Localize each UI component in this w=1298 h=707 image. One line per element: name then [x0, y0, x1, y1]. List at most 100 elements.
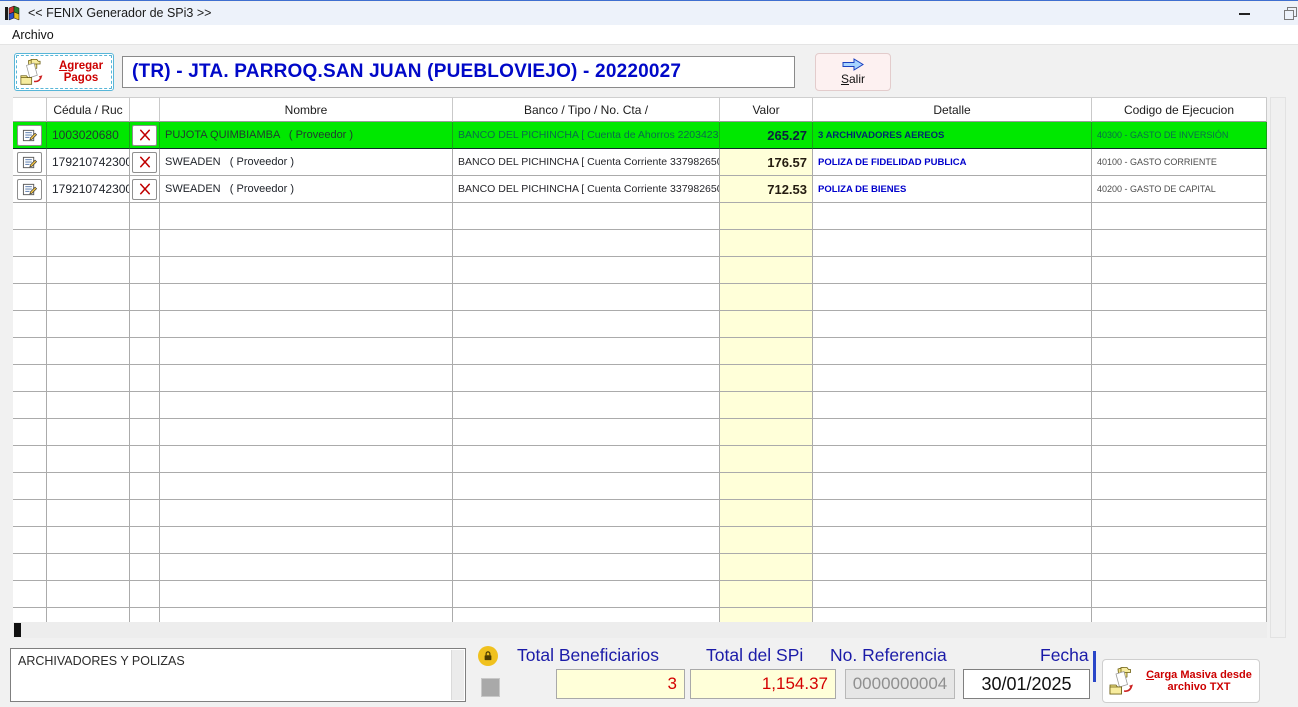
col-header-codigo[interactable]: Codigo de Ejecucion — [1092, 98, 1267, 122]
agregar-pagos-button[interactable]: Agregar Pagos — [14, 53, 114, 91]
padlock-icon — [484, 651, 492, 661]
grid-header: Cédula / Ruc Nombre Banco / Tipo / No. C… — [13, 98, 1267, 122]
edit-row-button[interactable] — [17, 151, 42, 173]
fenix-window: << FENIX Generador de SPi3 >> Archivo Ag… — [0, 0, 1298, 707]
row-cell-cedula: 1792107423001 — [47, 176, 130, 203]
row-cell-codigo: 40200 - GASTO DE CAPITAL — [1092, 176, 1267, 203]
row-cell-delete — [130, 149, 160, 176]
divider-rule — [1093, 651, 1096, 682]
col-header-cedula[interactable]: Cédula / Ruc — [47, 98, 130, 122]
row-cell-edit — [13, 176, 47, 203]
empty-row[interactable] — [13, 311, 1267, 338]
empty-row[interactable] — [13, 446, 1267, 473]
minimize-button[interactable] — [1230, 2, 1258, 25]
carga-masiva-label: Carga Masiva desde archivo TXT — [1146, 668, 1252, 694]
col-header-banco[interactable]: Banco / Tipo / No. Cta / — [453, 98, 720, 122]
col-header-delete — [130, 98, 160, 122]
edit-form-icon — [22, 156, 37, 168]
total-beneficiarios-field: 3 — [556, 669, 685, 699]
delete-row-button[interactable] — [132, 178, 157, 200]
table-row[interactable]: 1792107423001 SWEADEN ( Proveedor )BANCO … — [13, 176, 1267, 203]
row-cell-valor: 176.57 — [720, 149, 813, 176]
folder-transfer-icon — [1109, 667, 1133, 695]
delete-row-button[interactable] — [132, 124, 157, 146]
app-icon — [5, 5, 20, 21]
row-cell-detalle: POLIZA DE BIENES — [813, 176, 1092, 203]
carga-masiva-button[interactable]: Carga Masiva desde archivo TXT — [1102, 659, 1260, 703]
row-cell-banco: BANCO DEL PICHINCHA [ Cuenta de Ahorros … — [453, 122, 720, 149]
row-cell-cedula: 1003020680 — [47, 122, 130, 149]
window-title: << FENIX Generador de SPi3 >> — [28, 6, 212, 20]
row-cell-delete — [130, 122, 160, 149]
col-header-edit — [13, 98, 47, 122]
empty-row[interactable] — [13, 365, 1267, 392]
empty-row[interactable] — [13, 527, 1267, 554]
table-row[interactable]: 1003020680 PUJOTA QUIMBIAMBA ( Proveedor … — [13, 122, 1267, 149]
titlebar: << FENIX Generador de SPi3 >> — [0, 2, 1298, 25]
fecha-label: Fecha — [1040, 645, 1089, 665]
row-cell-detalle: 3 ARCHIVADORES AEREOS — [813, 122, 1092, 149]
salir-button[interactable]: Salir — [815, 53, 891, 91]
fecha-field[interactable]: 30/01/2025 — [963, 669, 1090, 699]
entity-title-field[interactable]: (TR) - JTA. PARROQ.SAN JUAN (PUEBLOVIEJO… — [122, 56, 795, 88]
lock-badge[interactable] — [478, 646, 498, 666]
row-cell-codigo: 40300 - GASTO DE INVERSIÓN — [1092, 122, 1267, 149]
no-referencia-label: No. Referencia — [830, 645, 947, 665]
table-row[interactable]: 1792107423001 SWEADEN ( Proveedor )BANCO … — [13, 149, 1267, 176]
row-cell-edit — [13, 149, 47, 176]
agregar-pagos-label: Agregar Pagos — [58, 60, 104, 84]
horizontal-scrollbar-thumb[interactable] — [14, 623, 21, 637]
empty-row[interactable] — [13, 257, 1267, 284]
total-beneficiarios-label: Total Beneficiarios — [517, 645, 660, 665]
row-cell-banco: BANCO DEL PICHINCHA [ Cuenta Corriente 3… — [453, 149, 720, 176]
col-header-nombre[interactable]: Nombre — [160, 98, 453, 122]
edit-row-button[interactable] — [17, 124, 42, 146]
row-cell-nombre: SWEADEN ( Proveedor ) — [160, 176, 453, 203]
empty-row[interactable] — [13, 581, 1267, 608]
minimize-icon — [1238, 12, 1250, 15]
edit-form-icon — [22, 129, 37, 141]
row-cell-codigo: 40100 - GASTO CORRIENTE — [1092, 149, 1267, 176]
salir-label: Salir — [840, 72, 866, 86]
grid-rows: 1003020680 PUJOTA QUIMBIAMBA ( Proveedor … — [13, 122, 1267, 623]
empty-row[interactable] — [13, 608, 1267, 623]
payments-grid: Cédula / Ruc Nombre Banco / Tipo / No. C… — [13, 97, 1267, 623]
menu-archivo[interactable]: Archivo — [8, 27, 58, 43]
row-cell-cedula: 1792107423001 — [47, 149, 130, 176]
col-header-detalle[interactable]: Detalle — [813, 98, 1092, 122]
restore-icon — [1283, 7, 1297, 20]
notes-textarea[interactable]: ARCHIVADORES Y POLIZAS — [10, 648, 466, 702]
total-spi-field: 1,154.37 — [690, 669, 836, 699]
empty-row[interactable] — [13, 419, 1267, 446]
no-referencia-field: 0000000004 — [845, 669, 955, 699]
folder-transfer-icon — [20, 58, 43, 85]
delete-row-button[interactable] — [132, 151, 157, 173]
total-spi-label: Total del SPi — [706, 645, 804, 665]
empty-row[interactable] — [13, 473, 1267, 500]
grid-vertical-scrollbar[interactable] — [1270, 97, 1286, 638]
menubar: Archivo — [0, 25, 1298, 45]
empty-row[interactable] — [13, 284, 1267, 311]
row-cell-nombre: PUJOTA QUIMBIAMBA ( Proveedor ) — [160, 122, 453, 149]
row-cell-valor: 712.53 — [720, 176, 813, 203]
row-cell-banco: BANCO DEL PICHINCHA [ Cuenta Corriente 3… — [453, 176, 720, 203]
arrow-right-icon — [842, 58, 864, 71]
empty-row[interactable] — [13, 500, 1267, 527]
col-header-valor[interactable]: Valor — [720, 98, 813, 122]
empty-row[interactable] — [13, 203, 1267, 230]
red-x-icon — [139, 129, 150, 141]
row-cell-detalle: POLIZA DE FIDELIDAD PUBLICA — [813, 149, 1092, 176]
row-cell-delete — [130, 176, 160, 203]
status-square[interactable] — [481, 678, 500, 697]
grid-horizontal-scrollbar[interactable] — [13, 622, 1267, 638]
notes-scrollbar[interactable] — [451, 650, 464, 700]
red-x-icon — [139, 183, 150, 195]
empty-row[interactable] — [13, 338, 1267, 365]
edit-row-button[interactable] — [17, 178, 42, 200]
empty-row[interactable] — [13, 392, 1267, 419]
edit-form-icon — [22, 183, 37, 195]
notes-text: ARCHIVADORES Y POLIZAS — [18, 654, 185, 668]
empty-row[interactable] — [13, 230, 1267, 257]
empty-row[interactable] — [13, 554, 1267, 581]
restore-button[interactable] — [1276, 2, 1298, 25]
